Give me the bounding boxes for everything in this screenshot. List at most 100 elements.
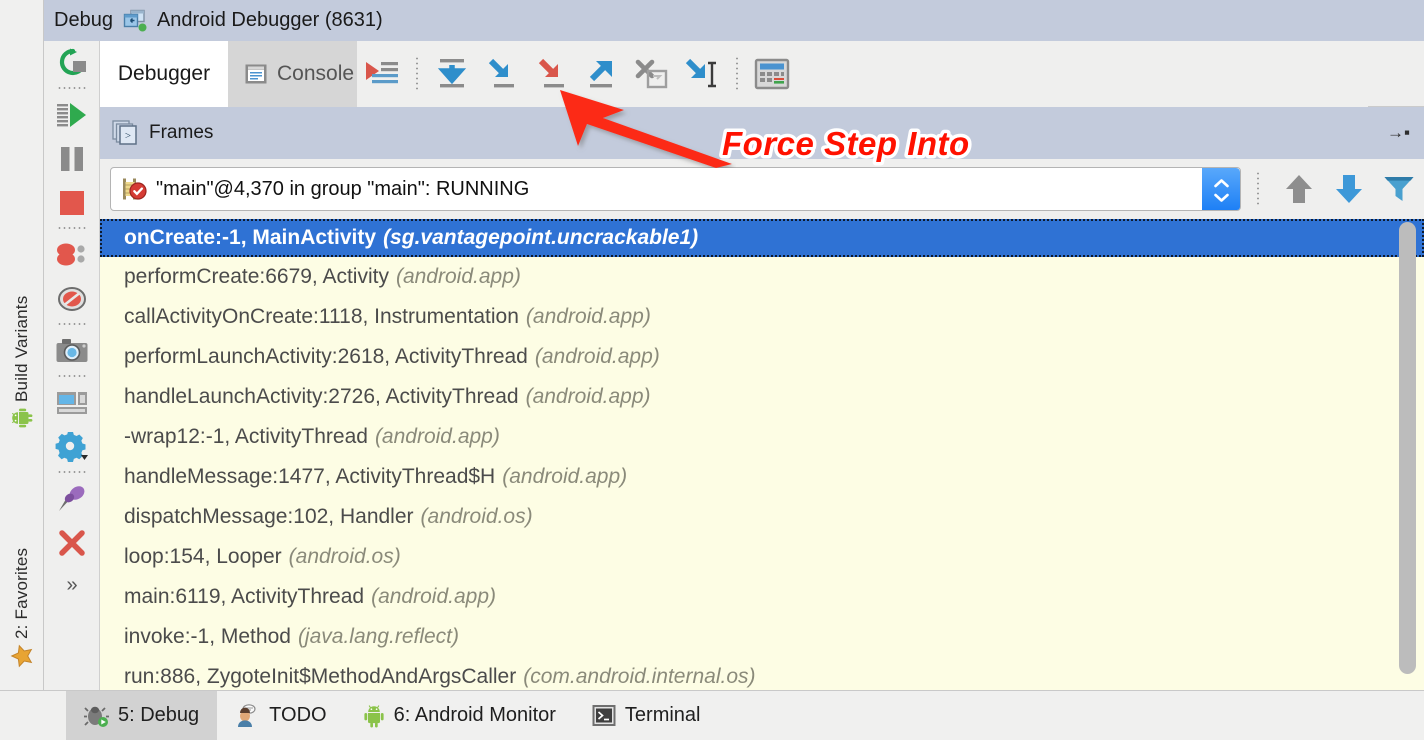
- thread-suspended-icon: [121, 176, 147, 202]
- frame-package: (android.os): [421, 505, 533, 529]
- terminal-icon: [592, 704, 616, 727]
- toolbar-separator-2: [736, 56, 738, 92]
- status-tab-android-monitor-label: 6: Android Monitor: [394, 704, 556, 727]
- frame-row[interactable]: loop:154, Looper (android.os): [100, 537, 1424, 577]
- frame-row[interactable]: performLaunchActivity:2618, ActivityThre…: [100, 337, 1424, 377]
- move-down-button[interactable]: [1324, 164, 1374, 214]
- frame-package: (android.app): [502, 465, 627, 489]
- view-breakpoints-button[interactable]: [44, 233, 100, 277]
- frames-list[interactable]: onCreate:-1, MainActivity (sg.vantagepoi…: [100, 219, 1424, 690]
- screen-capture-button[interactable]: [44, 329, 100, 373]
- status-tab-android-monitor[interactable]: 6: Android Monitor: [345, 691, 574, 740]
- frame-row-selected[interactable]: onCreate:-1, MainActivity (sg.vantagepoi…: [100, 219, 1424, 257]
- frames-scrollbar-thumb[interactable]: [1399, 222, 1416, 674]
- gear-icon: [55, 432, 89, 462]
- run-to-cursor-button[interactable]: [677, 41, 727, 107]
- frame-location: loop:154, Looper: [124, 545, 282, 569]
- settings-button[interactable]: [44, 425, 100, 469]
- status-tab-debug-label: 5: Debug: [118, 704, 199, 727]
- frame-location: main:6119, ActivityThread: [124, 585, 364, 609]
- status-tab-terminal[interactable]: Terminal: [574, 691, 719, 740]
- frame-row[interactable]: run:886, ZygoteInit$MethodAndArgsCaller …: [100, 657, 1424, 690]
- filter-button[interactable]: [1374, 164, 1424, 214]
- frame-package: (android.os): [289, 545, 401, 569]
- frame-location: callActivityOnCreate:1118, Instrumentati…: [124, 305, 519, 329]
- run-to-cursor-icon: [684, 57, 720, 91]
- drop-frame-button[interactable]: [627, 41, 677, 107]
- move-up-button[interactable]: [1274, 164, 1324, 214]
- sidebar-item-build-variants[interactable]: Build Variants: [0, 272, 44, 452]
- frame-row[interactable]: handleMessage:1477, ActivityThread$H (an…: [100, 457, 1424, 497]
- status-tab-terminal-label: Terminal: [625, 704, 701, 727]
- resume-program-icon: [55, 100, 89, 130]
- drop-frame-icon: [634, 57, 670, 91]
- evaluate-expression-icon: [754, 58, 790, 90]
- pin-tab-button[interactable]: [44, 477, 100, 521]
- debug-actions-strip: »: [44, 41, 100, 690]
- frame-package: (android.app): [526, 385, 651, 409]
- detach-frames-icon[interactable]: →▪: [1387, 123, 1410, 143]
- todo-icon: [235, 704, 260, 728]
- frame-row[interactable]: -wrap12:-1, ActivityThread (android.app): [100, 417, 1424, 457]
- sidebar-item-favorites[interactable]: 2: Favorites: [0, 530, 44, 685]
- debug-tool-window: Debug Android Debugger (8631): [44, 0, 1424, 690]
- debug-window-title: Debug: [54, 9, 113, 32]
- funnel-filter-icon: [1383, 174, 1415, 204]
- toolbar-separator: [416, 56, 418, 92]
- pin-icon: [56, 484, 88, 514]
- mute-breakpoints-icon: [56, 285, 88, 313]
- frame-location: handleMessage:1477, ActivityThread$H: [124, 465, 495, 489]
- step-over-icon: [434, 57, 470, 91]
- arrow-down-icon: [1334, 173, 1364, 205]
- frame-location: run:886, ZygoteInit$MethodAndArgsCaller: [124, 665, 516, 689]
- frame-row[interactable]: main:6119, ActivityThread (android.app): [100, 577, 1424, 617]
- frame-nav-buttons: [1274, 164, 1424, 214]
- frame-row[interactable]: dispatchMessage:102, Handler (android.os…: [100, 497, 1424, 537]
- force-step-into-icon: [534, 57, 570, 91]
- close-x-icon: [57, 528, 87, 558]
- tab-debugger-label: Debugger: [118, 62, 210, 86]
- frame-row[interactable]: handleLaunchActivity:2726, ActivityThrea…: [100, 377, 1424, 417]
- debug-tool-window-screenshot: Build Variants 2: Favorites Debug: [0, 0, 1424, 740]
- restore-layout-button[interactable]: [44, 381, 100, 425]
- restore-window-icon: [122, 9, 148, 33]
- frame-row[interactable]: invoke:-1, Method (java.lang.reflect): [100, 617, 1424, 657]
- step-out-button[interactable]: [577, 41, 627, 107]
- android-icon: [11, 407, 33, 429]
- step-into-button[interactable]: [477, 41, 527, 107]
- show-execution-point-icon: [364, 58, 400, 90]
- show-execution-point-button[interactable]: [357, 41, 407, 107]
- rerun-button[interactable]: [44, 41, 100, 85]
- frame-package: (android.app): [396, 265, 521, 289]
- tab-console-label: Console: [277, 62, 354, 86]
- left-tool-window-bar: Build Variants 2: Favorites: [0, 0, 44, 690]
- stop-icon: [58, 189, 86, 217]
- thread-selector-row: "main"@4,370 in group "main": RUNNING: [100, 159, 1424, 219]
- stop-button[interactable]: [44, 181, 100, 225]
- evaluate-expression-button[interactable]: [747, 41, 797, 107]
- more-actions-button[interactable]: »: [44, 563, 100, 607]
- restore-layout-icon: [55, 389, 89, 417]
- frames-stack-icon: >: [112, 120, 139, 146]
- thread-selector-stepper[interactable]: [1202, 168, 1240, 211]
- frame-row[interactable]: performCreate:6679, Activity (android.ap…: [100, 257, 1424, 297]
- debug-window-header: Debug Android Debugger (8631): [44, 0, 1424, 41]
- force-step-into-button[interactable]: [527, 41, 577, 107]
- resume-program-button[interactable]: [44, 93, 100, 137]
- pause-program-button[interactable]: [44, 137, 100, 181]
- status-tab-debug[interactable]: 5: Debug: [66, 691, 217, 740]
- step-over-button[interactable]: [427, 41, 477, 107]
- frames-panel-title: Frames: [149, 122, 213, 144]
- frame-package: (android.app): [371, 585, 496, 609]
- frame-location: performCreate:6679, Activity: [124, 265, 389, 289]
- android-icon: [363, 704, 385, 728]
- frame-package: (sg.vantagepoint.uncrackable1): [383, 226, 698, 250]
- tab-debugger[interactable]: Debugger: [100, 41, 228, 107]
- debug-bug-icon: [84, 704, 109, 728]
- frame-row[interactable]: callActivityOnCreate:1118, Instrumentati…: [100, 297, 1424, 337]
- frame-package: (com.android.internal.os): [523, 665, 755, 689]
- status-tab-todo[interactable]: TODO: [217, 691, 344, 740]
- thread-selector[interactable]: "main"@4,370 in group "main": RUNNING: [110, 167, 1241, 211]
- close-button[interactable]: [44, 521, 100, 565]
- mute-breakpoints-button[interactable]: [44, 277, 100, 321]
